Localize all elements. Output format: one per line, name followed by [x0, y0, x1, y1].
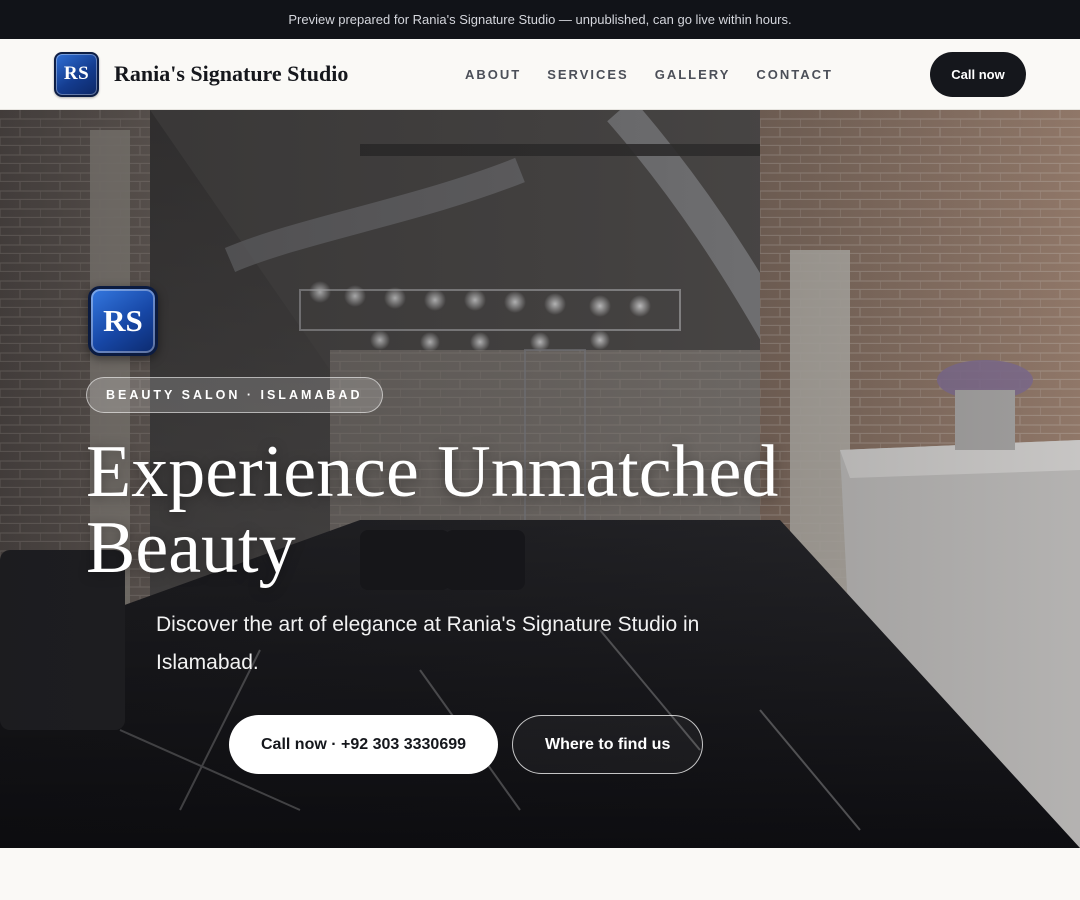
- nav-link-about[interactable]: ABOUT: [465, 67, 521, 82]
- call-now-button[interactable]: Call now · +92 303 3330699: [229, 715, 499, 774]
- hero-title: Experience Unmatched Beauty: [86, 431, 779, 589]
- nav-link-services[interactable]: SERVICES: [547, 67, 629, 82]
- find-us-button[interactable]: Where to find us: [512, 715, 704, 774]
- hero-logo-badge: RS: [88, 286, 158, 356]
- nav-link-gallery[interactable]: GALLERY: [655, 67, 731, 82]
- preview-banner: Preview prepared for Rania's Signature S…: [0, 0, 1080, 39]
- header-call-button[interactable]: Call now: [930, 52, 1026, 97]
- hero-section: RS BEAUTY SALON · ISLAMABAD Experience U…: [0, 110, 1080, 848]
- nav-link-contact[interactable]: CONTACT: [756, 67, 833, 82]
- site-header: RS Rania's Signature Studio ABOUT SERVIC…: [0, 39, 1080, 110]
- preview-banner-text: Preview prepared for Rania's Signature S…: [288, 12, 792, 27]
- hero-category-tag: BEAUTY SALON · ISLAMABAD: [86, 377, 383, 413]
- main-nav: ABOUT SERVICES GALLERY CONTACT: [465, 39, 833, 109]
- below-hero-area: [0, 848, 1080, 900]
- hero-actions: Call now · +92 303 3330699 Where to find…: [229, 715, 704, 774]
- brand-name[interactable]: Rania's Signature Studio: [114, 61, 348, 87]
- hero-subtitle: Discover the art of elegance at Rania's …: [156, 613, 700, 674]
- logo-badge[interactable]: RS: [54, 51, 99, 97]
